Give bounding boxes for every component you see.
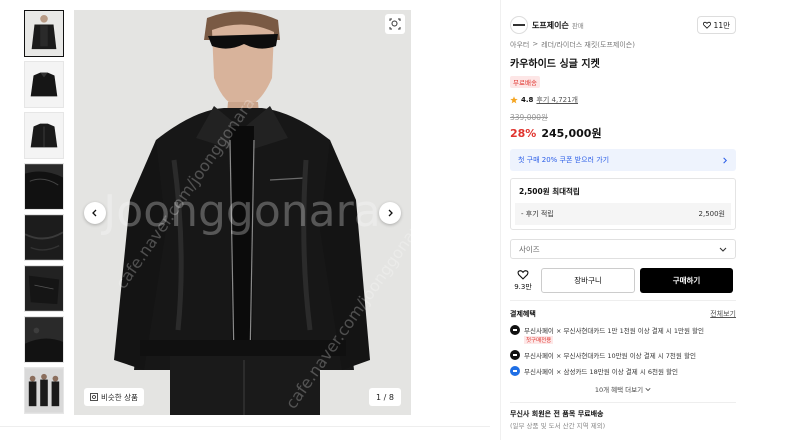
discount-rate: 28% [510, 127, 537, 140]
thumbnail-item[interactable] [24, 316, 64, 363]
breadcrumb-separator: > [532, 40, 539, 48]
points-value: 2,500원 [698, 210, 725, 218]
wishlist-count: 9.3만 [514, 283, 532, 291]
brand-row: 도프제이슨 판매 11만 [510, 14, 736, 36]
card-icon [510, 350, 520, 360]
benefits-view-all-link[interactable]: 전체보기 [710, 309, 736, 319]
brand-like-button[interactable]: 11만 [696, 16, 736, 34]
breadcrumb-item[interactable]: 레더/라이더스 재킷(도프제이슨) [541, 40, 635, 50]
benefit-item: 무신사페이 × 삼성카드 18만원 이상 결제 시 6천원 할인 [510, 366, 736, 376]
zoom-button[interactable] [385, 14, 405, 34]
sale-price: 245,000원 [541, 127, 602, 140]
product-title: 카우하이드 싱글 지켓 [510, 59, 600, 70]
card-icon [510, 325, 520, 335]
thumbnail-item[interactable] [24, 10, 64, 57]
payment-benefits: 결제혜택 전체보기 무신사페이 × 무신사현대카드 1만 1천원 이상 결제 시… [510, 300, 736, 394]
points-title: 2,500원 최대적립 [519, 186, 580, 196]
expand-benefits-label: 10개 혜택 더보기 [594, 386, 644, 394]
buy-now-button[interactable]: 구매하기 [640, 268, 733, 293]
product-info-panel: 도프제이슨 판매 11만 아우터 > 레더/라이더스 재킷(도프제이슨) 카우하… [510, 14, 736, 430]
coupon-banner[interactable]: 첫 구매 20% 쿠폰 받으러 가기 [510, 149, 736, 171]
benefit-text: 무신사페이 × 무신사현대카드 1만 1천원 이상 결제 시 1만원 할인 [524, 327, 704, 335]
expand-benefits-button[interactable]: 10개 혜택 더보기 [510, 384, 736, 394]
divider [0, 426, 490, 427]
thumbnail-item[interactable] [24, 214, 64, 261]
add-to-cart-button[interactable]: 장바구니 [541, 268, 635, 293]
chevron-down-icon [719, 247, 727, 252]
card-icon [510, 366, 520, 376]
benefits-title: 결제혜택 [510, 310, 536, 318]
thumbnail-item[interactable] [24, 112, 64, 159]
similar-label: 비슷한 상품 [101, 392, 138, 402]
prev-image-button[interactable] [84, 202, 106, 224]
points-label: - 후기 적립 [521, 210, 554, 218]
thumbnail-item[interactable] [24, 367, 64, 414]
benefit-item: 무신사페이 × 무신사현대카드 1만 1천원 이상 결제 시 1만원 할인 첫구… [510, 325, 736, 344]
brand-subtitle: 판매 [571, 22, 584, 30]
chevron-left-icon [92, 209, 97, 217]
brand-logo-icon [513, 24, 525, 26]
breadcrumb: 아우터 > 레더/라이더스 재킷(도프제이슨) [510, 40, 736, 50]
benefit-tag: 첫구매전용 [524, 336, 554, 344]
chevron-right-icon [388, 209, 393, 217]
points-box: 2,500원 최대적립 - 후기 적립 2,500원 [510, 178, 736, 230]
heart-icon [517, 270, 529, 280]
jacket-model-photo: Joonggonara cafe.naver.com/joonggonara c… [74, 10, 411, 415]
brand-like-count: 11만 [713, 20, 730, 30]
chevron-right-icon [723, 157, 727, 163]
wishlist-button[interactable]: 9.3만 [510, 269, 536, 292]
shipping-title: 무신사 회원은 전 품목 무료배송 [510, 410, 604, 418]
thumbnail-list [24, 10, 66, 418]
free-shipping-badge: 무료배송 [510, 76, 540, 88]
original-price: 339,000원 [510, 113, 548, 122]
thumbnail-item[interactable] [24, 61, 64, 108]
zoom-icon [389, 18, 401, 30]
review-count-link[interactable]: 후기 4,721개 [536, 95, 578, 105]
chevron-down-icon [645, 387, 651, 392]
size-select[interactable]: 사이즈 [510, 239, 736, 259]
rating-row: 4.8 후기 4,721개 [510, 95, 736, 105]
image-counter: 1 / 8 [369, 388, 401, 406]
benefits-header: 결제혜택 전체보기 [510, 309, 736, 319]
size-select-placeholder: 사이즈 [519, 244, 540, 254]
similar-icon [90, 393, 98, 401]
product-page: Joonggonara cafe.naver.com/joonggonara c… [0, 0, 800, 440]
shipping-info: 무신사 회원은 전 품목 무료배송 (일부 상품 및 도서 산간 지역 제외) [510, 402, 736, 430]
price-row: 28% 245,000원 [510, 125, 736, 141]
benefit-item: 무신사페이 × 무신사현대카드 10만원 이상 결제 시 7천원 할인 [510, 350, 736, 360]
brand-name[interactable]: 도프제이슨 [532, 20, 569, 31]
rating-score: 4.8 [521, 96, 534, 104]
divider [500, 0, 501, 440]
next-image-button[interactable] [379, 202, 401, 224]
shipping-subtitle: (일부 상품 및 도서 산간 지역 제외) [510, 422, 606, 430]
points-row: - 후기 적립 2,500원 [515, 203, 731, 225]
action-buttons: 9.3만 장바구니 구매하기 [510, 268, 736, 293]
watermark-text: Joonggonara [100, 186, 380, 237]
heart-icon [702, 21, 711, 29]
star-icon [510, 96, 518, 104]
thumbnail-item[interactable] [24, 265, 64, 312]
breadcrumb-item[interactable]: 아우터 [510, 40, 529, 50]
main-product-image: Joonggonara cafe.naver.com/joonggonara c… [74, 10, 411, 415]
benefit-text: 무신사페이 × 무신사현대카드 10만원 이상 결제 시 7천원 할인 [524, 352, 696, 360]
benefit-text: 무신사페이 × 삼성카드 18만원 이상 결제 시 6천원 할인 [524, 368, 678, 376]
thumbnail-item[interactable] [24, 163, 64, 210]
brand-logo[interactable] [510, 16, 528, 34]
coupon-text: 첫 구매 20% 쿠폰 받으러 가기 [518, 156, 610, 164]
similar-products-button[interactable]: 비슷한 상품 [84, 388, 144, 406]
